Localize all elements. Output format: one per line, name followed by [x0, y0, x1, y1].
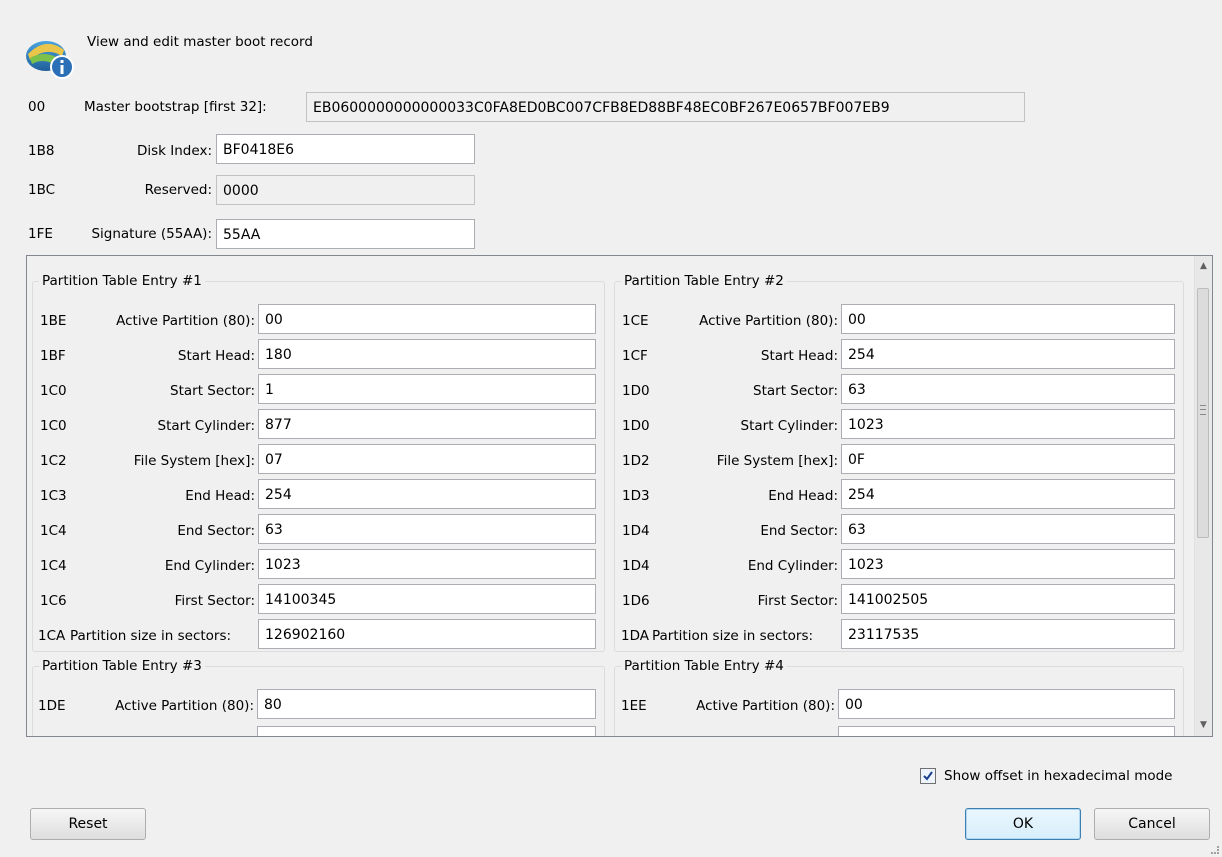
field-label: End Sector: [760, 523, 838, 539]
offset-label: 1D0 [622, 418, 650, 434]
field-label: File System [hex]: [716, 453, 838, 469]
resize-grip[interactable] [1211, 846, 1219, 854]
bootstrap-field: EB0600000000000033C0FA8ED0BC007CFB8ED88B… [306, 92, 1025, 122]
signature-field[interactable]: 55AA [216, 219, 475, 249]
scroll-grip-icon [1200, 405, 1206, 415]
offset-label: 1D2 [622, 453, 650, 469]
offset-label: 1D0 [622, 383, 650, 399]
field-label: Start Sector: [170, 383, 255, 399]
field-label: End Cylinder: [747, 558, 838, 574]
offset-label: 1C4 [40, 523, 67, 539]
offset-label: 1C2 [40, 453, 67, 469]
partition-size-field[interactable]: 23117535 [841, 619, 1175, 649]
end-cylinder-field[interactable]: 1023 [841, 549, 1175, 579]
end-head-field[interactable]: 254 [841, 479, 1175, 509]
field-label: Active Partition (80): [699, 313, 838, 329]
signature-offset: 1FE [28, 226, 53, 242]
first-sector-field[interactable]: 14100345 [258, 584, 596, 614]
start-cylinder-field[interactable]: 1023 [841, 409, 1175, 439]
file-system-field[interactable]: 0F [841, 444, 1175, 474]
partition-entry-title: Partition Table Entry #3 [39, 657, 205, 675]
field-label: End Head: [185, 488, 255, 504]
end-cylinder-field[interactable]: 1023 [258, 549, 596, 579]
offset-label: 1EE [621, 698, 647, 714]
field-label: End Sector: [177, 523, 255, 539]
offset-label: 1D4 [622, 558, 650, 574]
reserved-label: Reserved: [144, 182, 212, 198]
bootstrap-offset: 00 [28, 99, 46, 115]
field-label: Start Cylinder: [740, 418, 838, 434]
disk-index-label: Disk Index: [136, 143, 212, 159]
cancel-button[interactable]: Cancel [1094, 808, 1210, 840]
field-label: Start Head: [760, 348, 838, 364]
partition-scroll-area[interactable]: Partition Table Entry #1 Partition Table… [26, 255, 1213, 737]
start-head-field-partial[interactable] [257, 726, 596, 736]
end-sector-field[interactable]: 63 [258, 514, 596, 544]
offset-label: 1D6 [622, 593, 650, 609]
disk-info-icon [24, 28, 76, 80]
scroll-down-icon[interactable]: ▼ [1195, 717, 1212, 734]
field-label: First Sector: [757, 593, 838, 609]
field-label: Partition size in sectors: [652, 628, 814, 644]
reset-button[interactable]: Reset [30, 808, 146, 840]
reserved-offset: 1BC [28, 182, 56, 198]
start-sector-field[interactable]: 1 [258, 374, 596, 404]
offset-label: 1C0 [40, 383, 67, 399]
ok-button[interactable]: OK [965, 808, 1081, 840]
start-sector-field[interactable]: 63 [841, 374, 1175, 404]
offset-label: 1C6 [40, 593, 67, 609]
field-label: First Sector: [174, 593, 255, 609]
active-partition-field[interactable]: 00 [841, 304, 1175, 334]
offset-label: 1C4 [40, 558, 67, 574]
file-system-field[interactable]: 07 [258, 444, 596, 474]
hex-checkbox-label[interactable]: Show offset in hexadecimal mode [944, 767, 1173, 785]
start-head-field[interactable]: 180 [258, 339, 596, 369]
end-head-field[interactable]: 254 [258, 479, 596, 509]
partition-size-field[interactable]: 126902160 [258, 619, 596, 649]
field-label: Start Sector: [753, 383, 838, 399]
active-partition-field[interactable]: 00 [258, 304, 596, 334]
field-label: File System [hex]: [133, 453, 255, 469]
field-label: Active Partition (80): [116, 313, 255, 329]
offset-label: 1CA [38, 628, 66, 644]
offset-label: 1BE [40, 313, 67, 329]
partition-entry-title: Partition Table Entry #2 [621, 272, 787, 290]
signature-label: Signature (55AA): [91, 226, 212, 242]
disk-index-field[interactable]: BF0418E6 [216, 134, 475, 164]
field-label: Partition size in sectors: [70, 628, 232, 644]
scroll-thumb[interactable] [1197, 288, 1209, 538]
offset-label: 1DA [621, 628, 649, 644]
start-head-field-partial[interactable] [838, 726, 1175, 736]
field-label: Active Partition (80): [115, 698, 254, 714]
offset-label: 1DE [38, 698, 66, 714]
bootstrap-label: Master bootstrap [first 32]: [84, 99, 267, 115]
start-head-field[interactable]: 254 [841, 339, 1175, 369]
scroll-up-icon[interactable]: ▲ [1195, 258, 1212, 275]
reserved-field: 0000 [216, 175, 475, 205]
end-sector-field[interactable]: 63 [841, 514, 1175, 544]
disk-index-offset: 1B8 [28, 143, 55, 159]
first-sector-field[interactable]: 141002505 [841, 584, 1175, 614]
offset-label: 1D4 [622, 523, 650, 539]
offset-label: 1D3 [622, 488, 650, 504]
offset-label: 1C0 [40, 418, 67, 434]
field-label: Active Partition (80): [696, 698, 835, 714]
active-partition-field[interactable]: 00 [838, 689, 1175, 719]
offset-label: 1C3 [40, 488, 67, 504]
offset-label: 1BF [40, 348, 66, 364]
field-label: End Head: [768, 488, 838, 504]
partition-entry-title: Partition Table Entry #1 [39, 272, 205, 290]
active-partition-field[interactable]: 80 [257, 689, 596, 719]
field-label: Start Head: [177, 348, 255, 364]
vertical-scrollbar[interactable]: ▲ ▼ [1194, 256, 1212, 736]
offset-label: 1CF [622, 348, 648, 364]
page-title: View and edit master boot record [87, 34, 313, 50]
partition-entry-title: Partition Table Entry #4 [621, 657, 787, 675]
start-cylinder-field[interactable]: 877 [258, 409, 596, 439]
hex-checkbox[interactable] [920, 768, 936, 784]
offset-label: 1CE [622, 313, 649, 329]
field-label: Start Cylinder: [157, 418, 255, 434]
field-label: End Cylinder: [164, 558, 255, 574]
checkbox-check-icon [923, 771, 933, 781]
